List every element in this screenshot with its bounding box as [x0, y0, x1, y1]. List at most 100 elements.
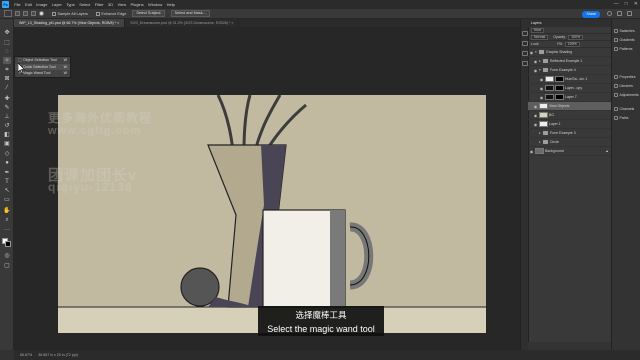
visibility-eye-icon[interactable]: ◉ [538, 86, 545, 91]
visibility-eye-icon[interactable]: ◉ [532, 59, 539, 64]
move-tool-icon[interactable]: ✥ [3, 29, 11, 36]
add-selection-icon[interactable] [23, 11, 28, 16]
visibility-eye-icon[interactable]: ◉ [532, 68, 539, 73]
marquee-tool-icon[interactable]: ⬚ [3, 39, 11, 46]
layer-row[interactable]: ▸ Circle [528, 138, 611, 147]
eyedropper-tool-icon[interactable]: ⁄ [3, 84, 11, 91]
layer-row-selected[interactable]: ◉ View Objects [528, 102, 611, 111]
frame-tool-icon[interactable]: ⊠ [3, 75, 11, 82]
minimize-icon[interactable]: — [614, 1, 619, 7]
paths-panel-button[interactable]: Paths [614, 116, 628, 120]
zoom-level[interactable]: 66.67% [20, 353, 32, 357]
clone-stamp-tool-icon[interactable]: ⊥ [3, 113, 11, 120]
tab-close-icon[interactable]: × [231, 21, 233, 25]
visibility-eye-icon[interactable]: ◉ [528, 149, 535, 154]
rectangle-tool-icon[interactable]: ▭ [3, 196, 11, 203]
blend-mode-select[interactable]: Normal [531, 34, 549, 40]
eraser-tool-icon[interactable]: ◧ [3, 131, 11, 138]
patterns-panel-button[interactable]: Patterns [614, 47, 633, 51]
adjustments-panel-button[interactable]: Adjustments [614, 93, 639, 97]
menu-select[interactable]: Select [77, 2, 93, 7]
brush-size-icon[interactable] [39, 11, 44, 16]
photoshop-logo-icon[interactable]: Ps [2, 1, 9, 8]
screen-mode-icon[interactable]: ▢ [3, 262, 11, 269]
opacity-field[interactable]: 100% [568, 34, 584, 40]
canvas-area[interactable]: 更多海外优质教程 www.cgltg.com 团课加团长v qiqiyu-121… [14, 27, 520, 350]
pen-tool-icon[interactable]: ✒ [3, 169, 11, 176]
type-tool-icon[interactable]: T [3, 178, 11, 185]
share-button[interactable]: Share [582, 10, 600, 18]
swatches-panel-button[interactable]: Swatches [614, 29, 635, 33]
layer-row[interactable]: ◉ Layer...opy [528, 84, 611, 93]
layer-row[interactable]: ◉ Hue/Sa...ion 1 [528, 75, 611, 84]
blur-tool-icon[interactable]: ◇ [3, 150, 11, 157]
search-icon[interactable] [607, 11, 612, 16]
lock-row: Lock: Fill: 100% [528, 41, 611, 48]
hand-tool-icon[interactable]: ✋ [3, 207, 11, 214]
menu-layer[interactable]: Layer [50, 2, 64, 7]
background-color-swatch[interactable] [5, 241, 11, 247]
visibility-eye-icon[interactable]: ◉ [532, 122, 539, 127]
flyout-shortcut: W [63, 71, 67, 76]
layer-name: Form Example 3 [550, 131, 576, 135]
layer-row[interactable]: ◉ Layer 7 [528, 93, 611, 102]
visibility-eye-icon[interactable]: ◉ [532, 113, 539, 118]
dodge-tool-icon[interactable]: ● [3, 159, 11, 166]
magic-wand-tool-icon[interactable]: ✧ [3, 57, 11, 64]
zoom-tool-icon[interactable]: ⌕ [3, 216, 11, 223]
select-subject-button[interactable]: Select Subject [132, 10, 165, 17]
tab-sos-dreamscene[interactable]: SOS_Dreamscene.psd @ 31.2% (SOS Dreamsce… [125, 19, 240, 27]
tool-preset-icon[interactable] [4, 10, 12, 17]
close-icon[interactable]: ✕ [634, 1, 638, 7]
subtract-selection-icon[interactable] [31, 11, 36, 16]
enhance-edge-checkbox[interactable] [95, 11, 100, 16]
visibility-eye-icon[interactable]: ◉ [532, 104, 539, 109]
visibility-eye-icon[interactable]: ◉ [538, 77, 545, 82]
menu-plugins[interactable]: Plugins [128, 2, 146, 7]
menu-filter[interactable]: Filter [93, 2, 106, 7]
gradients-panel-button[interactable]: Gradients [614, 38, 635, 42]
channels-panel-button[interactable]: Channels [614, 107, 634, 111]
layer-row[interactable]: ◉ ▸ Reflected Example 1 [528, 57, 611, 66]
panel-label: Libraries [619, 84, 633, 88]
history-brush-tool-icon[interactable]: ↺ [3, 122, 11, 129]
maximize-icon[interactable]: □ [625, 1, 628, 7]
layer-row[interactable]: ◉ Layer 1 [528, 120, 611, 129]
menu-edit[interactable]: Edit [23, 2, 34, 7]
gradient-tool-icon[interactable]: ▣ [3, 140, 11, 147]
new-selection-icon[interactable] [15, 11, 20, 16]
select-and-mask-button[interactable]: Select and Mask... [170, 10, 210, 17]
tab-wip-shading[interactable]: WIP_13_Shading_pt1.psd @ 66.7% (View Obj… [14, 19, 126, 27]
tab-close-icon[interactable]: × [117, 21, 119, 25]
menu-3d[interactable]: 3D [106, 2, 116, 7]
settings-icon[interactable] [627, 11, 632, 16]
layer-row[interactable]: ▸ Form Example 3 [528, 129, 611, 138]
crop-tool-icon[interactable]: ⌗ [3, 66, 11, 73]
right-panel-column: Swatches Gradients Patterns Properties L… [611, 19, 640, 350]
menu-file[interactable]: File [12, 2, 23, 7]
menu-help[interactable]: Help [164, 2, 177, 7]
menu-image[interactable]: Image [34, 2, 50, 7]
brush-tool-icon[interactable]: ✎ [3, 104, 11, 111]
layer-row[interactable]: ◉ Background 🔒︎ [528, 147, 611, 156]
layer-row[interactable]: ◉ ▾ Form Example 4 [528, 66, 611, 75]
visibility-eye-icon[interactable]: ◉ [528, 50, 535, 55]
sample-all-layers-checkbox[interactable] [52, 11, 56, 16]
menu-view[interactable]: View [115, 2, 128, 7]
menu-window[interactable]: Window [146, 2, 165, 7]
layer-row[interactable]: ◉ ▾ Graphic Shading [528, 48, 611, 57]
layer-row[interactable]: ◉ BG [528, 111, 611, 120]
lasso-tool-icon[interactable]: ◌ [3, 48, 11, 55]
libraries-panel-button[interactable]: Libraries [614, 84, 633, 88]
workspace-icon[interactable] [617, 11, 622, 16]
more-tools-icon[interactable]: ··· [3, 226, 11, 233]
layers-tab[interactable]: Layers [531, 21, 542, 25]
quick-mask-icon[interactable]: ◎ [3, 252, 11, 259]
properties-panel-button[interactable]: Properties [614, 75, 635, 79]
kind-filter-select[interactable]: Kind [531, 27, 545, 33]
fill-field[interactable]: 100% [564, 41, 580, 47]
visibility-eye-icon[interactable]: ◉ [538, 95, 545, 100]
menu-type[interactable]: Type [64, 2, 77, 7]
path-selection-tool-icon[interactable]: ↖ [3, 187, 11, 194]
healing-tool-icon[interactable]: ✚ [3, 95, 11, 102]
